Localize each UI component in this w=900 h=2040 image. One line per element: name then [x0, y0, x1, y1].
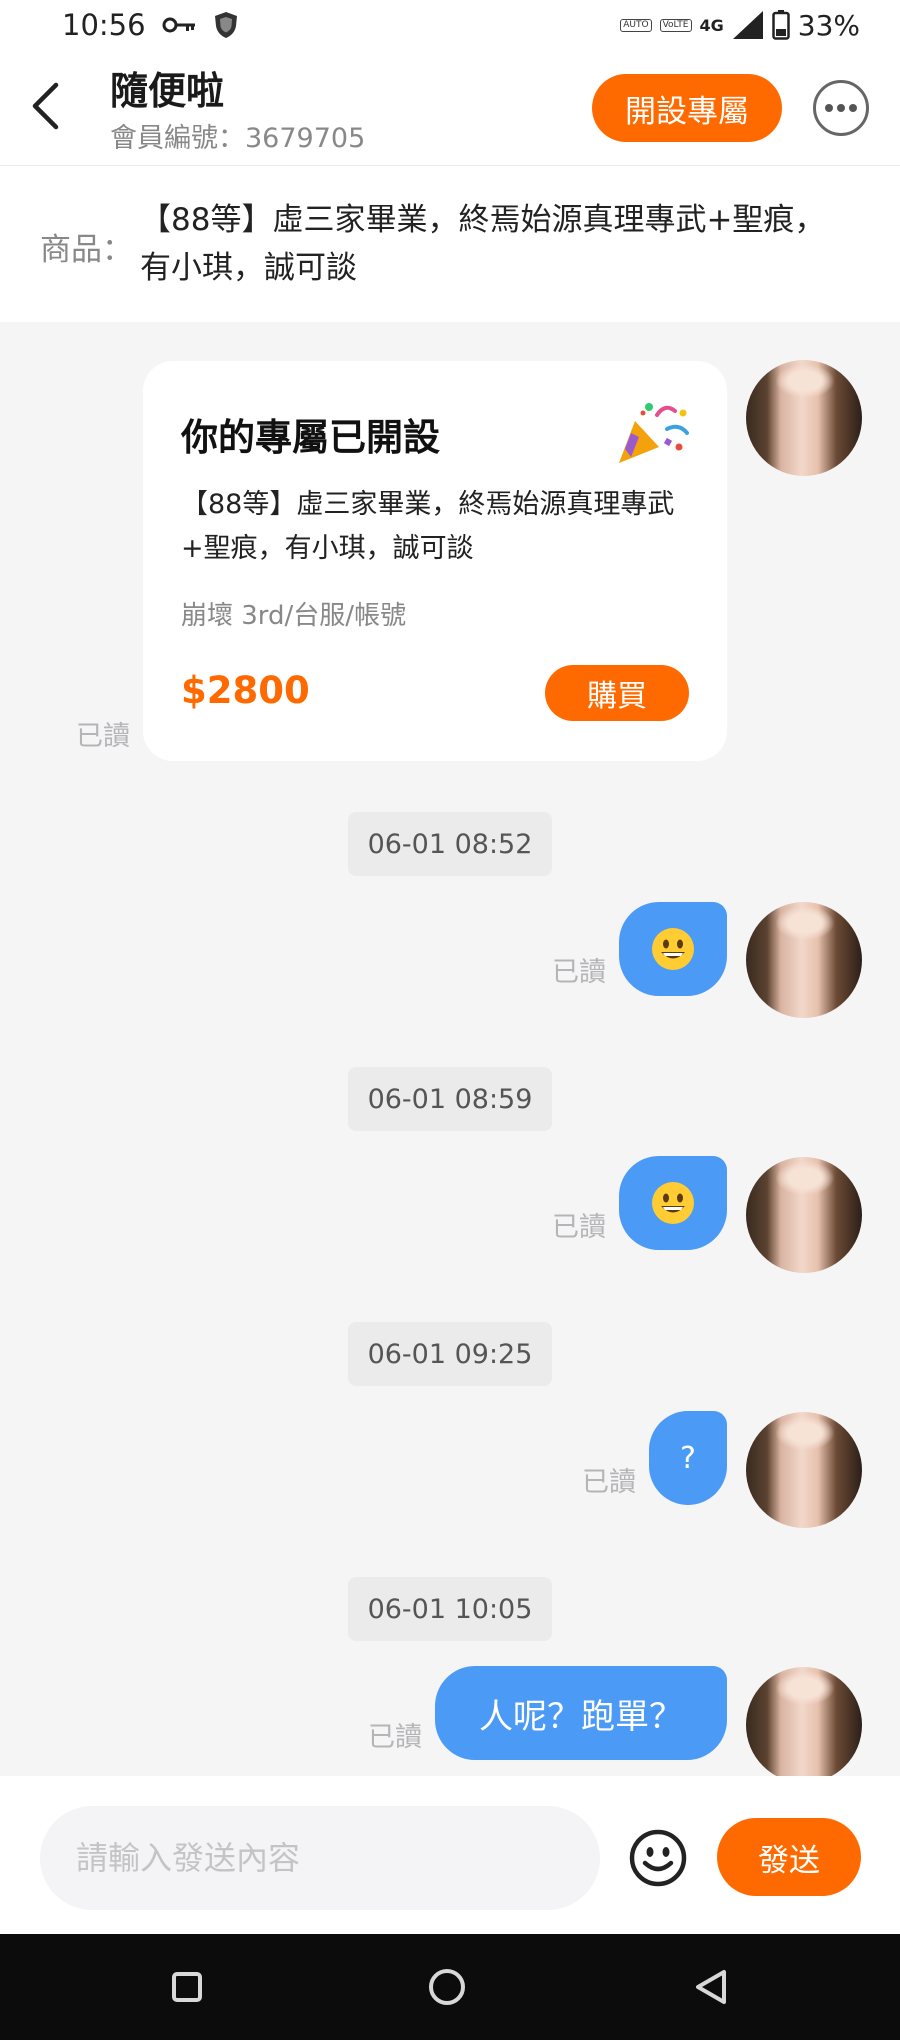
message-text: 人呢？跑單？	[479, 1696, 683, 1737]
card-category: 崩壞 3rd/台服/帳號	[181, 601, 407, 631]
message-bubble[interactable]: ?	[649, 1411, 727, 1505]
message-timestamp: 06-01 08:59	[348, 1067, 552, 1131]
message-input[interactable]	[40, 1806, 600, 1910]
exclusive-offer-card: 你的專屬已開設 【88等】虛三家畢業，終焉始源真理專武+聖痕，有小琪，誠可談 崩…	[143, 361, 727, 761]
status-bar: 10:56 AUTO VoLTE 4G 33%	[0, 0, 900, 50]
read-status: 已讀	[582, 1467, 636, 1498]
more-options-button[interactable]	[813, 80, 869, 136]
read-status: 已讀	[76, 721, 130, 752]
card-description: 【88等】虛三家畢業，終焉始源真理專武+聖痕，有小琪，誠可談	[181, 489, 675, 564]
emoji-icon[interactable]	[628, 1828, 688, 1888]
message-timestamp: 06-01 10:05	[348, 1577, 552, 1641]
message-bubble[interactable]	[619, 1156, 727, 1250]
network-label: 4G	[699, 15, 724, 35]
avatar[interactable]	[746, 360, 862, 476]
avatar[interactable]	[746, 1157, 862, 1273]
message-timestamp: 06-01 08:52	[348, 812, 552, 876]
triangle-back-icon	[696, 1970, 726, 2004]
chat-header: 隨便啦 會員編號：3679705 開設專屬	[0, 50, 900, 166]
read-status: 已讀	[552, 957, 606, 988]
card-price: $2800	[181, 669, 310, 712]
avatar[interactable]	[746, 902, 862, 1018]
product-label: 商品：	[40, 232, 133, 268]
message-text: ?	[680, 1440, 696, 1476]
product-bar[interactable]: 商品： 【88等】虛三家畢業，終焉始源真理專武+聖痕，有小琪，誠可談	[0, 166, 900, 322]
grinning-face-icon	[652, 928, 694, 970]
message-input-bar: 發送	[0, 1776, 900, 1934]
back-nav-button[interactable]	[686, 1962, 736, 2012]
message-timestamp: 06-01 09:25	[348, 1322, 552, 1386]
send-button[interactable]: 發送	[717, 1818, 861, 1896]
product-title[interactable]: 【88等】虛三家畢業，終焉始源真理專武+聖痕，有小琪，誠可談	[140, 196, 840, 292]
status-time: 10:56	[62, 8, 146, 42]
card-title: 你的專屬已開設	[181, 416, 440, 459]
message-bubble[interactable]	[619, 902, 727, 996]
buy-button[interactable]: 購買	[545, 665, 689, 721]
message-bubble[interactable]: 人呢？跑單？	[435, 1666, 727, 1760]
shield-icon	[214, 12, 237, 38]
party-popper-icon	[619, 403, 689, 463]
grinning-face-icon	[652, 1182, 694, 1224]
system-navigation-bar	[0, 1934, 900, 2040]
avatar[interactable]	[746, 1412, 862, 1528]
back-button[interactable]	[20, 78, 70, 134]
avatar[interactable]	[746, 1667, 862, 1783]
battery-icon	[772, 10, 790, 40]
square-icon	[172, 1972, 202, 2002]
signal-icon	[732, 11, 763, 39]
back-arrow-icon	[32, 82, 59, 130]
home-button[interactable]	[422, 1962, 472, 2012]
auto-hd-icon: AUTO	[620, 18, 652, 32]
read-status: 已讀	[368, 1722, 422, 1753]
key-icon	[162, 17, 195, 33]
circle-icon	[429, 1969, 465, 2005]
read-status: 已讀	[552, 1212, 606, 1243]
more-dots-icon	[825, 104, 857, 112]
volte-icon: VoLTE	[659, 18, 692, 32]
recents-button[interactable]	[162, 1962, 212, 2012]
battery-percent: 33%	[797, 8, 860, 42]
member-id: 會員編號：3679705	[110, 123, 366, 154]
open-exclusive-button[interactable]: 開設專屬	[592, 74, 782, 142]
chat-title: 隨便啦	[110, 69, 225, 113]
